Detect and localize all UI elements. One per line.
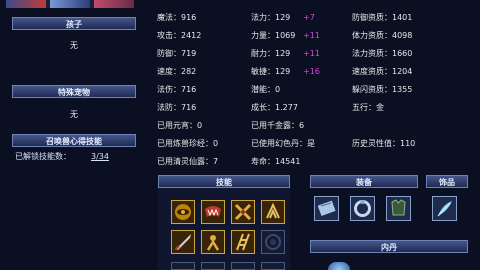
skill-slot-2[interactable] (201, 200, 225, 224)
fang-skill-icon (205, 206, 221, 217)
stat-history-spirit: 历史灵性值：110 (352, 139, 416, 148)
empty-slot-icon (265, 234, 281, 250)
ring-icon (354, 200, 371, 217)
ladder-skill-icon (236, 233, 250, 251)
scroll-icon (317, 200, 336, 217)
stat-used-huanse: 已使用幻色丹：是 (251, 139, 315, 148)
special-pet-header: 特殊宠物 (12, 85, 136, 98)
ornament-slot[interactable] (432, 196, 457, 221)
stat-hp-aptitude: 体力资质：4098 (352, 31, 413, 40)
stat-used-yuanxiao: 已用元宵：0 (157, 121, 203, 130)
special-pet-value: 无 (70, 110, 78, 119)
skill-slot-11[interactable] (231, 262, 255, 270)
unlocked-skills-value: 3/34 (91, 152, 109, 161)
neidan-slot[interactable] (328, 262, 350, 270)
figure-skill-icon (206, 235, 220, 251)
pet-skill-header: 召唤兽心得技能 (12, 134, 136, 147)
stat-element: 五行：金 (352, 103, 384, 112)
portrait-strip (6, 0, 134, 8)
skill-slot-6[interactable] (201, 230, 225, 254)
stat-potential: 潜能：0 (251, 85, 281, 94)
stat-strength: 力量：1069 +11 (251, 31, 320, 40)
ornament-header: 饰品 (426, 175, 468, 188)
stat-attack: 攻击：2412 (157, 31, 202, 40)
eye-skill-icon (175, 204, 191, 220)
child-value: 无 (70, 41, 78, 50)
stat-magic-defense: 法防：716 (157, 103, 197, 112)
stat-used-qingling: 已用清灵仙露：7 (157, 157, 219, 166)
stat-top-partial-1: · (157, 0, 160, 5)
sword-skill-icon (174, 234, 191, 251)
stat-speed-aptitude: 速度资质：1204 (352, 67, 413, 76)
stat-endurance: 耐力：129 +11 (251, 49, 320, 58)
stat-defense-aptitude: 防御资质：1401 (352, 13, 413, 22)
stat-mana: 魔法：916 (157, 13, 197, 22)
unlocked-skills-label: 已解锁技能数： (15, 152, 71, 161)
stat-lifespan: 寿命：14541 (251, 157, 301, 166)
skill-slot-5[interactable] (171, 230, 195, 254)
equipment-slot-ring[interactable] (350, 196, 375, 221)
stat-defense: 防御：719 (157, 49, 197, 58)
stat-magic-damage: 法伤：716 (157, 85, 197, 94)
stat-agility: 敏捷：129 +16 (251, 67, 320, 76)
skill-slot-3[interactable] (231, 200, 255, 224)
skill-slot-12[interactable] (261, 262, 285, 270)
skill-slot-10[interactable] (201, 262, 225, 270)
neidan-header: 内丹 (310, 240, 468, 253)
stat-magic-power: 法力：129 +7 (251, 13, 315, 22)
portrait-slot-1[interactable] (6, 0, 46, 8)
crossed-weapons-icon (234, 203, 252, 221)
equipment-slot-collar[interactable] (314, 196, 339, 221)
skills-header: 技能 (158, 175, 290, 188)
skill-slot-9[interactable] (171, 262, 195, 270)
stat-dodge-aptitude: 躲闪资质：1355 (352, 85, 413, 94)
stat-speed: 速度：282 (157, 67, 197, 76)
stat-used-lianshou: 已用炼兽珍经：0 (157, 139, 219, 148)
armor-icon (391, 199, 406, 216)
skill-slot-1[interactable] (171, 200, 195, 224)
portrait-slot-3[interactable] (94, 0, 134, 8)
portrait-slot-2[interactable] (50, 0, 90, 8)
stat-used-qianjinlu: 已用千金露：6 (251, 121, 305, 130)
equipment-header: 装备 (310, 175, 418, 188)
child-header: 孩子 (12, 17, 136, 30)
skill-slot-4[interactable] (261, 200, 285, 224)
feather-icon (437, 201, 452, 217)
stat-mana-aptitude: 法力资质：1660 (352, 49, 413, 58)
skill-slot-7[interactable] (231, 230, 255, 254)
claw-skill-icon (266, 202, 280, 219)
stat-growth: 成长：1.277 (251, 103, 298, 112)
skill-slot-8[interactable] (261, 230, 285, 254)
equipment-slot-armor[interactable] (386, 196, 411, 221)
